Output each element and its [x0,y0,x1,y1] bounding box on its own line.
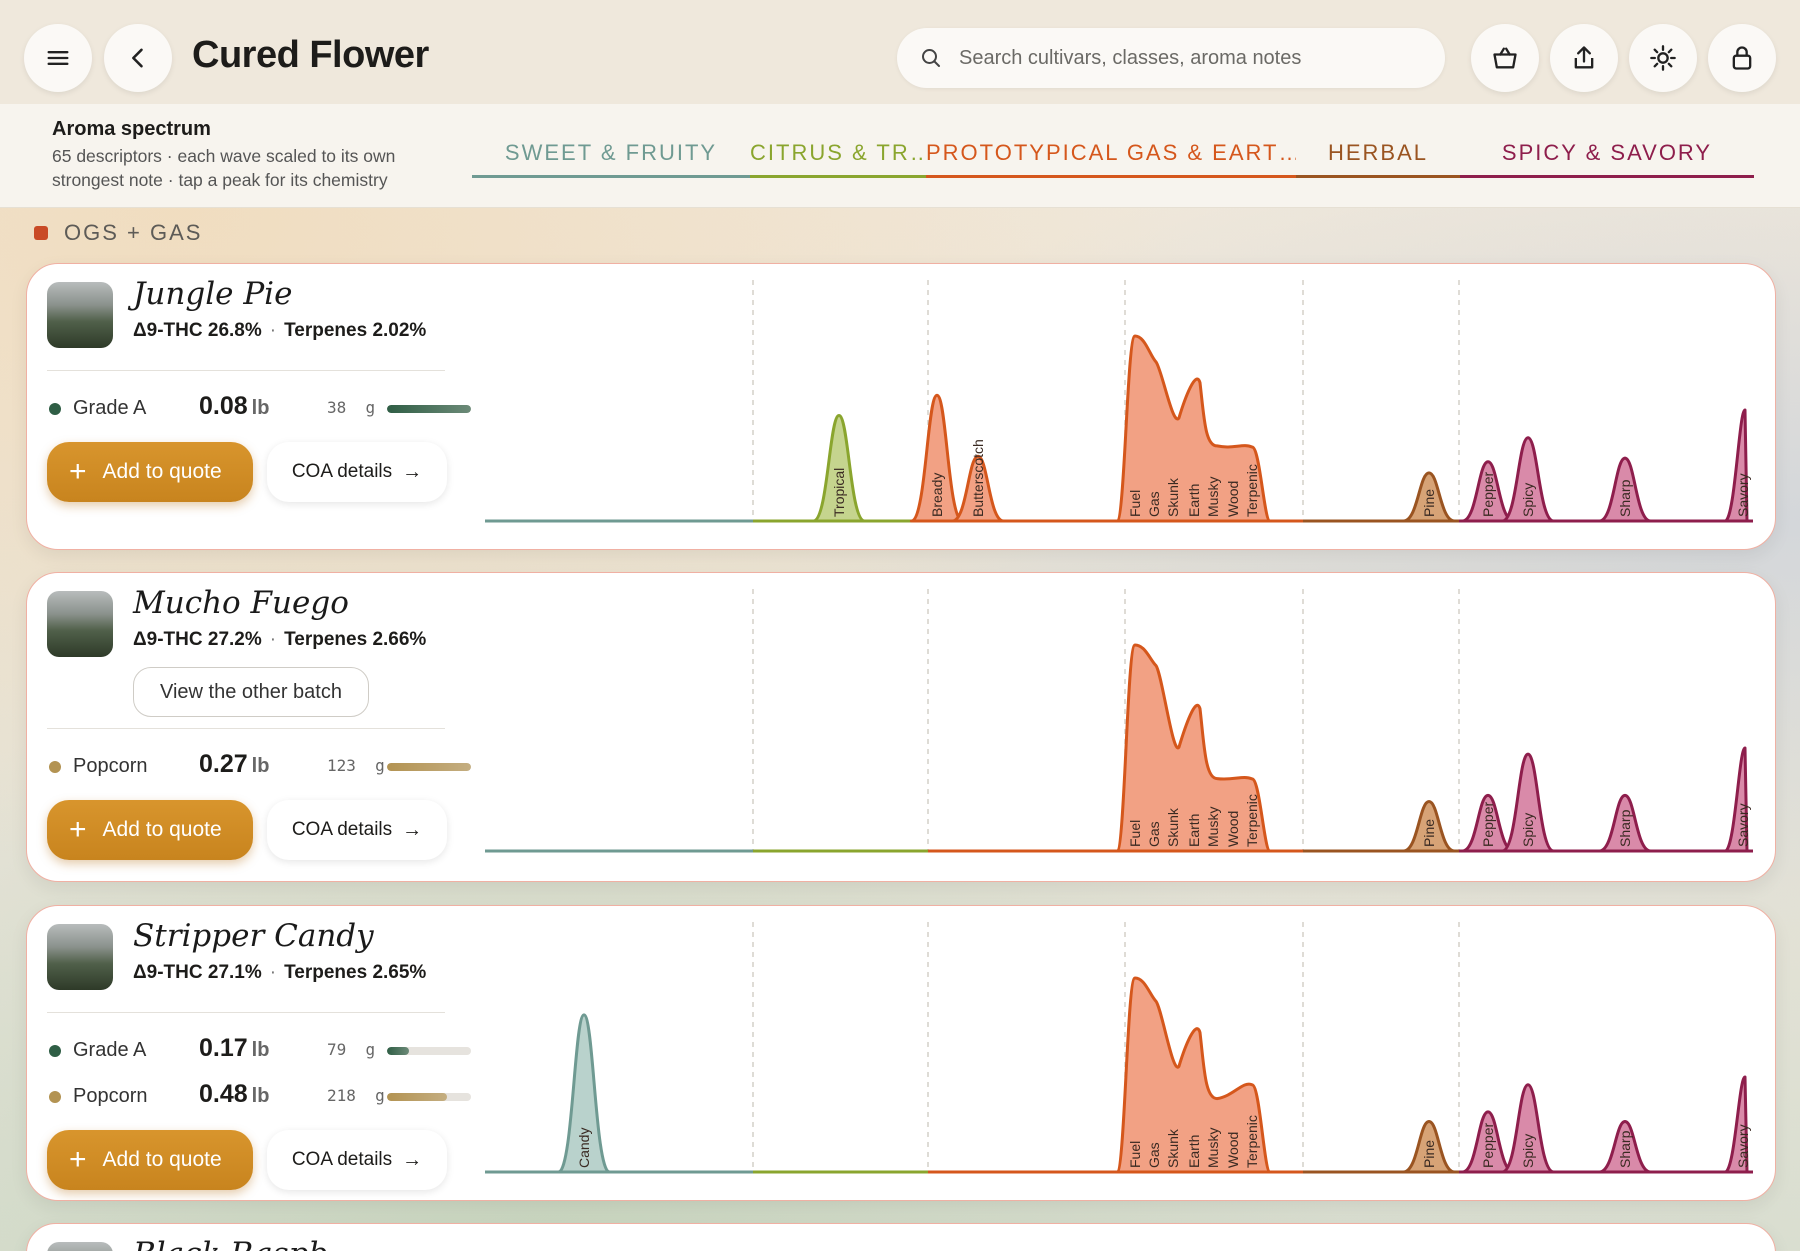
peak-label[interactable]: Savory [1735,473,1751,517]
sun-icon [1650,45,1676,71]
page-title: Cured Flower [192,34,429,76]
peak-label[interactable]: Sharp [1617,479,1633,517]
peak-label[interactable]: Musky [1205,807,1221,847]
strain-thumbnail [47,1242,113,1251]
aroma-spectrum-header: Aroma spectrum 65 descriptors · each wav… [0,104,1800,208]
peak-label[interactable]: Candy [576,1128,592,1168]
peak-label[interactable]: Fuel [1127,1141,1143,1168]
lock-button[interactable] [1708,24,1776,92]
section-label: OGS + GAS [64,220,203,245]
back-button[interactable] [104,24,172,92]
peak-label[interactable]: Tropical [831,468,847,517]
peak-label[interactable]: Gas [1146,491,1162,517]
spectrum-subtitle: 65 descriptors · each wave scaled to its… [52,146,396,190]
peak-label[interactable]: Spicy [1520,1134,1536,1168]
peak-label[interactable]: Earth [1186,1135,1202,1168]
aroma-chart[interactable]: Tropical Bready Butterscotch Fuel Gas Skunk Ea… [27,264,1776,550]
peak-label[interactable]: Butterscotch [970,439,986,517]
peak-label[interactable]: Pepper [1480,472,1496,517]
basket-icon [1493,47,1517,69]
hamburger-icon [47,51,69,65]
peak-label[interactable]: Wood [1225,481,1241,517]
search-icon [922,49,940,67]
peak-label[interactable]: Fuel [1127,490,1143,517]
peak-label[interactable]: Skunk [1165,477,1181,517]
search-input[interactable] [959,46,1399,70]
aroma-chart[interactable]: Candy Fuel Gas Skunk Earth Musky Wood Terpenic P… [27,906,1776,1201]
peak-label[interactable]: Musky [1205,1128,1221,1168]
section-color-dot [34,226,48,240]
theme-toggle-button[interactable] [1629,24,1697,92]
peak-label[interactable]: Terpenic [1244,1115,1260,1168]
family-tab-2[interactable]: PROTOTYPICAL GAS & EART… [926,140,1296,178]
search-bar[interactable] [897,28,1445,88]
peak-label[interactable]: Wood [1225,811,1241,847]
lock-icon [1732,46,1752,70]
peak-label[interactable]: Fuel [1127,820,1143,847]
peak-label[interactable]: Spicy [1520,813,1536,847]
peak-label[interactable]: Skunk [1165,1128,1181,1168]
peak-label[interactable]: Pepper [1480,1123,1496,1168]
aroma-chart[interactable]: Fuel Gas Skunk Earth Musky Wood Terpenic Pine Pe… [27,573,1776,882]
peak-label[interactable]: Spicy [1520,483,1536,517]
spectrum-title: Aroma spectrum [52,118,211,140]
menu-button[interactable] [24,24,92,92]
peak-label[interactable]: Earth [1186,814,1202,847]
peak-label[interactable]: Terpenic [1244,464,1260,517]
family-tab-1[interactable]: CITRUS & TR… [750,140,926,178]
peak-label[interactable]: Sharp [1617,809,1633,847]
peak-label[interactable]: Pepper [1480,802,1496,847]
peak-label[interactable]: Skunk [1165,807,1181,847]
chevron-left-icon [132,48,143,68]
share-icon [1574,46,1594,69]
basket-button[interactable] [1471,24,1539,92]
strain-card[interactable]: Jungle Pie Δ9-THC 26.8% · Terpenes 2.02% Gr… [26,263,1776,550]
peak-label[interactable]: Musky [1205,477,1221,517]
peak-label[interactable]: Pine [1421,1140,1437,1168]
strain-name: Black Raspb… [133,1236,359,1251]
peak-label[interactable]: Savory [1735,1124,1751,1168]
share-button[interactable] [1550,24,1618,92]
family-tab-4[interactable]: SPICY & SAVORY [1460,140,1754,178]
peak-label[interactable]: Pine [1421,489,1437,517]
strain-card[interactable]: Mucho Fuego Δ9-THC 27.2% · Terpenes 2.66% Vi… [26,572,1776,882]
peak-label[interactable]: Sharp [1617,1130,1633,1168]
family-tab-3[interactable]: HERBAL [1296,140,1460,178]
peak-label[interactable]: Savory [1735,803,1751,847]
peak-label[interactable]: Terpenic [1244,794,1260,847]
peak-label[interactable]: Wood [1225,1132,1241,1168]
peak-label[interactable]: Bready [929,473,945,517]
strain-card[interactable]: Black Raspb… [26,1223,1776,1251]
peak-label[interactable]: Gas [1146,1142,1162,1168]
family-tab-0[interactable]: SWEET & FRUITY [472,140,750,178]
peak-label[interactable]: Gas [1146,821,1162,847]
peak-label[interactable]: Earth [1186,484,1202,517]
peak-label[interactable]: Pine [1421,819,1437,847]
strain-card[interactable]: Stripper Candy Δ9-THC 27.1% · Terpenes 2.65… [26,905,1776,1201]
top-bar: Cured Flower [0,0,1800,104]
section-header: OGS + GAS [34,220,202,246]
